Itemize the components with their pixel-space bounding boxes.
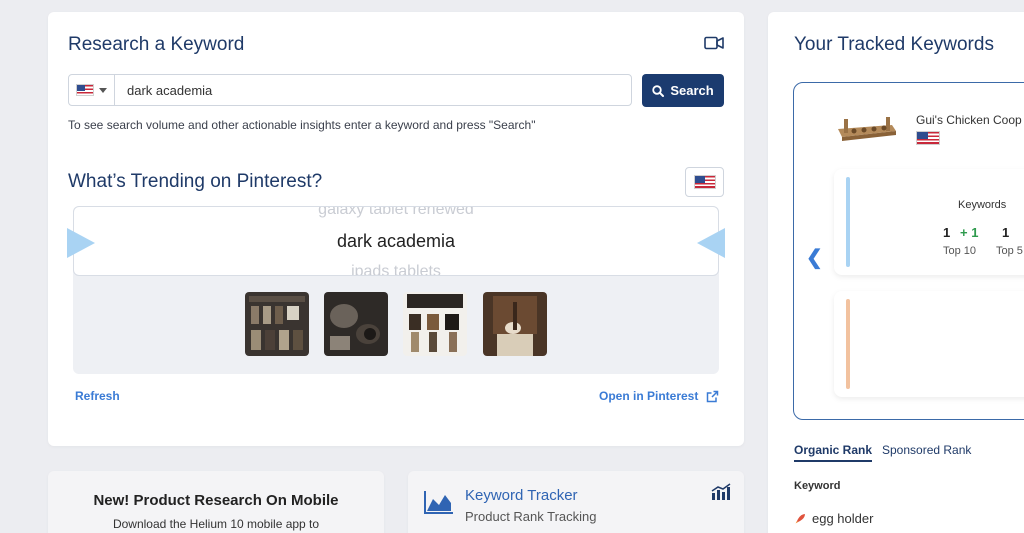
trend-thumbnail-2[interactable]	[324, 292, 388, 356]
mobile-promo-subtitle: Download the Helium 10 mobile app to	[112, 517, 320, 531]
trending-title: What’s Trending on Pinterest?	[68, 171, 323, 192]
product-name[interactable]: Gui's Chicken Coop	[916, 113, 1022, 127]
video-camera-icon[interactable]	[704, 36, 724, 50]
top5-label: Top 5	[996, 245, 1023, 257]
search-button-label: Search	[670, 83, 714, 98]
trend-thumbnail-4[interactable]	[483, 292, 547, 356]
product-marketplace	[916, 131, 940, 150]
trend-thumbnail-1[interactable]	[245, 292, 309, 356]
trending-prev-item[interactable]: galaxy tablet renewed	[74, 207, 718, 219]
top10-change: + 1	[960, 225, 979, 240]
keyword-tracker-title: Keyword Tracker	[465, 487, 578, 504]
keyword-text: egg holder	[812, 511, 874, 526]
open-in-pinterest-label: Open in Pinterest	[599, 389, 699, 403]
carousel-next-arrow-icon[interactable]	[697, 228, 725, 258]
search-button[interactable]: Search	[642, 74, 724, 107]
trending-current-item[interactable]: dark academia	[74, 231, 718, 252]
trending-next-item[interactable]: ipads tablets	[74, 263, 718, 275]
top10-count: 1	[943, 225, 951, 240]
chevron-down-icon	[99, 87, 107, 93]
rank-indicator-bar	[846, 177, 850, 267]
trending-panel: galaxy tablet renewed dark academia ipad…	[67, 206, 725, 374]
country-select[interactable]	[69, 75, 115, 105]
chevron-left-icon[interactable]: ❮	[806, 245, 823, 270]
trend-thumbnail-3[interactable]	[403, 292, 467, 356]
keyword-search-bar	[68, 74, 632, 106]
mobile-promo-card[interactable]: New! Product Research On Mobile Download…	[48, 471, 384, 533]
rank-indicator-bar	[846, 299, 850, 389]
tracked-keywords-card: Your Tracked Keywords Gui's Chicken Coop…	[768, 12, 1024, 533]
open-in-pinterest-link[interactable]: Open in Pinterest	[599, 389, 719, 403]
tracked-product-frame: Gui's Chicken Coop ❮ Keywords 1 + 1 Top …	[793, 82, 1024, 420]
search-icon	[652, 84, 665, 97]
refresh-link[interactable]: Refresh	[75, 389, 120, 403]
keyword-column-header: Keyword	[794, 480, 841, 492]
trending-country-button[interactable]	[685, 167, 724, 197]
top5-count: 1	[1002, 225, 1010, 240]
us-flag-icon	[916, 131, 940, 145]
research-keyword-card: Research a Keyword Search To see search …	[48, 12, 744, 446]
carousel-prev-arrow-icon[interactable]	[67, 228, 95, 258]
area-chart-icon	[424, 491, 453, 514]
trending-carousel: galaxy tablet renewed dark academia ipad…	[73, 206, 719, 276]
top10-label: Top 10	[943, 245, 977, 257]
research-title: Research a Keyword	[68, 34, 245, 55]
keyword-list-item[interactable]: egg holder	[794, 511, 873, 526]
keyword-input[interactable]	[115, 75, 631, 105]
tracked-keywords-title: Your Tracked Keywords	[794, 34, 994, 55]
product-thumbnail[interactable]	[834, 111, 900, 143]
keyword-rank-summary-card: Keywords 1 + 1 Top 10 1 Top 5	[834, 169, 1024, 275]
tab-sponsored-rank[interactable]: Sponsored Rank	[882, 443, 971, 457]
keywords-label: Keywords	[958, 199, 1007, 211]
rocket-icon	[795, 513, 805, 523]
keyword-rank-card-secondary	[834, 291, 1024, 397]
bar-chart-icon	[711, 483, 731, 500]
tab-organic-rank[interactable]: Organic Rank	[794, 443, 873, 462]
mobile-promo-title: New! Product Research On Mobile	[93, 492, 339, 509]
keyword-tracker-card[interactable]: Keyword Tracker Product Rank Tracking	[408, 471, 744, 533]
us-flag-icon	[693, 175, 716, 189]
keyword-tracker-subtitle: Product Rank Tracking	[465, 509, 597, 524]
external-link-icon	[707, 390, 719, 402]
us-flag-icon	[76, 84, 94, 96]
helper-text: To see search volume and other actionabl…	[68, 118, 536, 132]
